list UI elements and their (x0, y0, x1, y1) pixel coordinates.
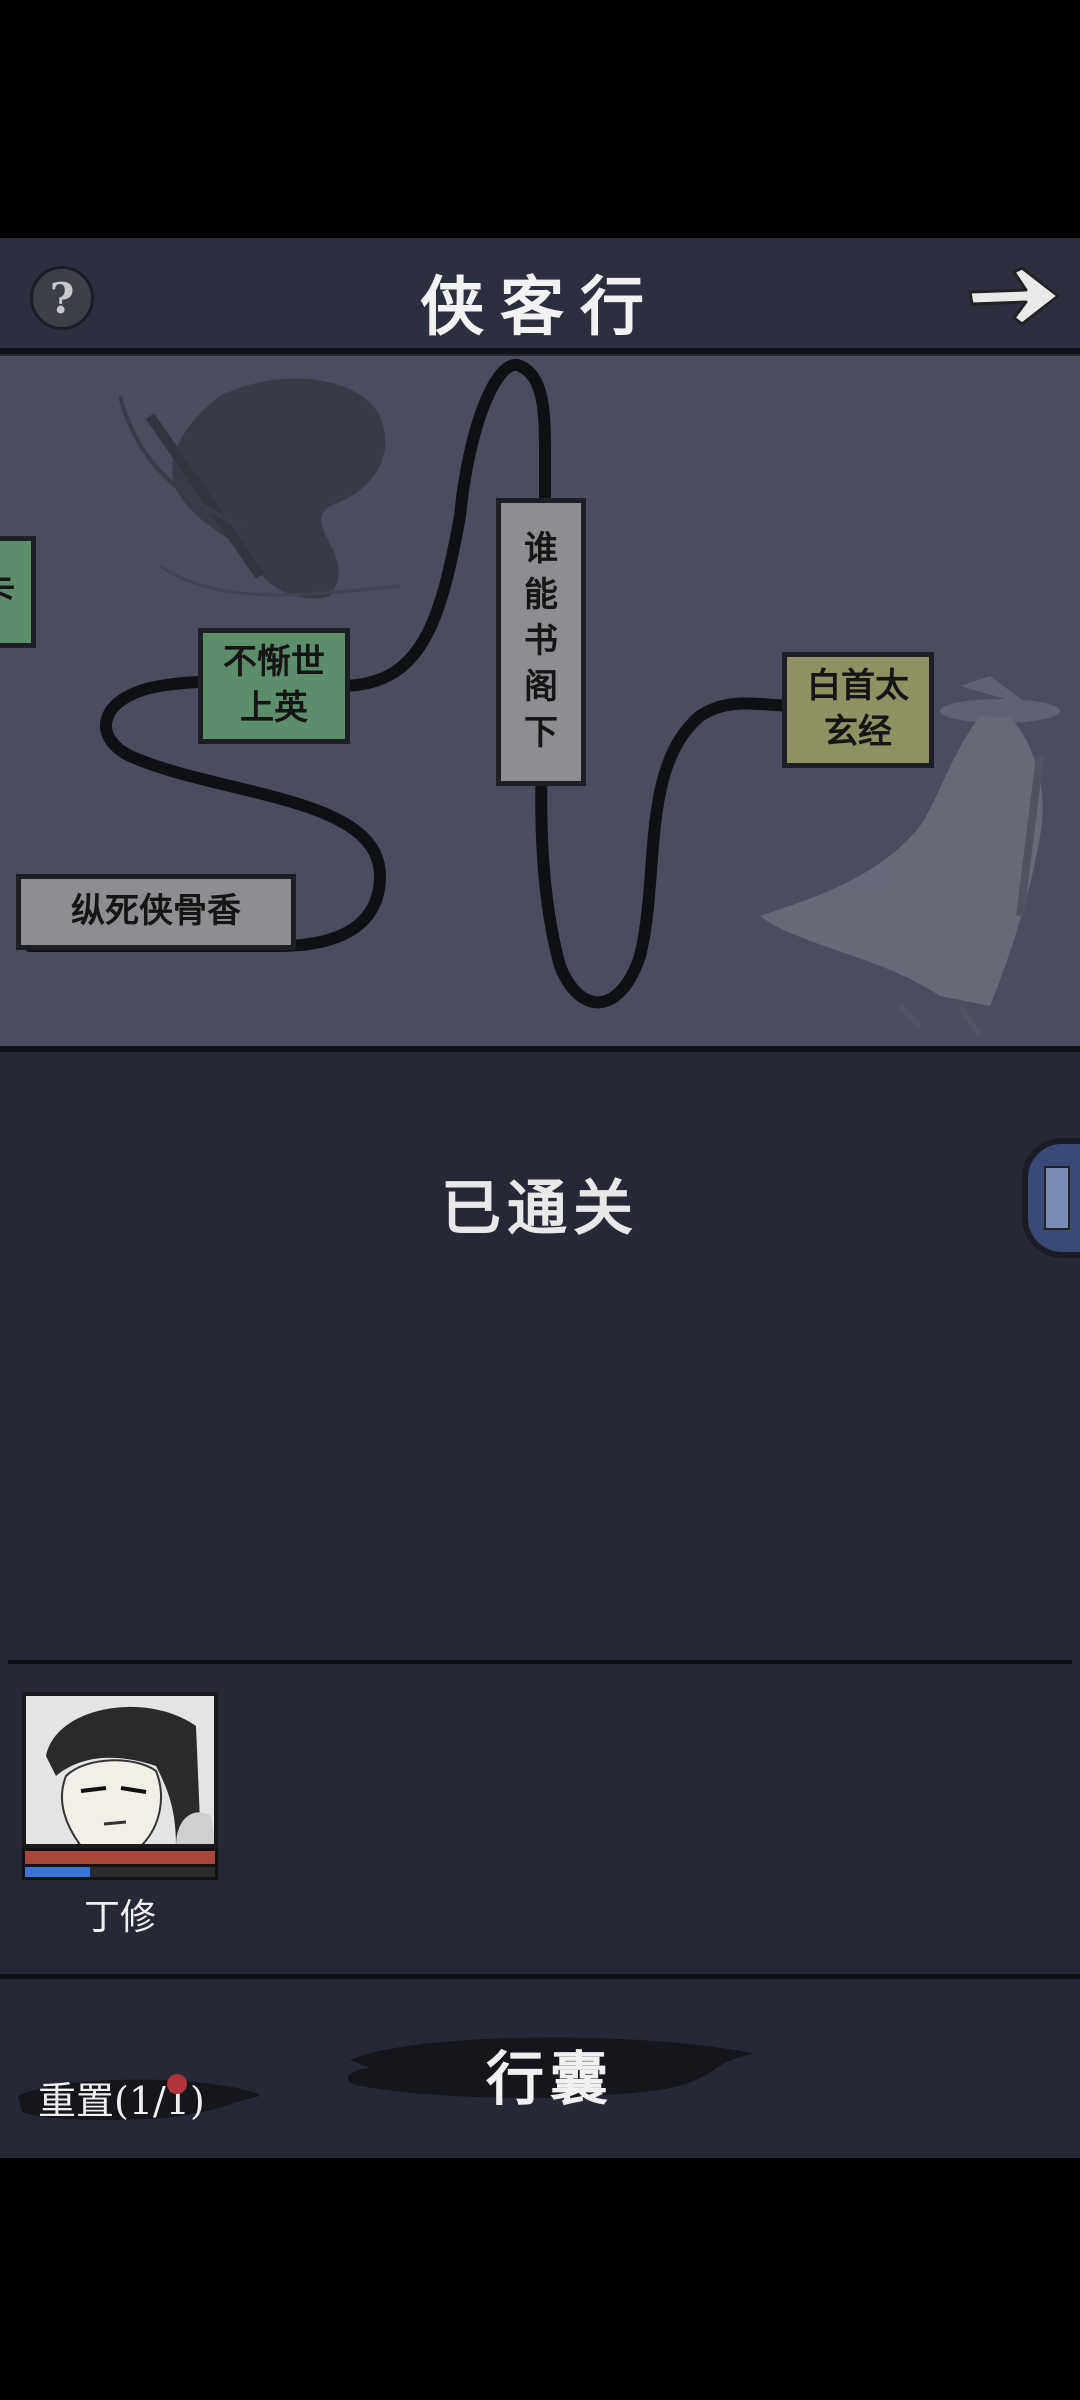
header-bar: ? 侠客行 (0, 238, 1080, 354)
clear-status: 已通关 (441, 1174, 639, 1244)
stage-map: 卡 不惭世 上英 谁 能 书 阁 下 白首太 玄经 纵死侠骨香 (0, 356, 1080, 1046)
stage-node-label: 不惭世 上英 (223, 642, 325, 728)
mp-bar-fill (25, 1867, 90, 1877)
character-name: 丁修 (83, 1897, 156, 1938)
notification-dot (167, 2074, 187, 2094)
next-button[interactable] (964, 262, 1064, 332)
warrior-illustration (118, 378, 401, 599)
side-book-tab[interactable] (1022, 1138, 1080, 1258)
stage-node-shui-neng[interactable]: 谁 能 书 阁 下 (496, 498, 586, 786)
game-screen: ? 侠客行 不惭世 上英 谁 能 书 阁 下 白首太 玄经 纵死侠骨香 已通关 … (0, 238, 1080, 2158)
header-divider (0, 348, 1080, 354)
bag-label: 行囊 (485, 2045, 614, 2113)
stage-node-label: 白首太 玄经 (807, 666, 909, 752)
reset-button[interactable]: 重置(1/1) (12, 2056, 262, 2136)
mp-bar (22, 1864, 218, 1880)
character-card[interactable]: 丁修 (22, 1692, 218, 1940)
stage-node-label: 纵死侠骨香 (71, 891, 241, 932)
character-portrait-icon (26, 1696, 214, 1844)
section-divider (8, 1660, 1072, 1664)
stage-node-label: 谁 能 书 阁 下 (524, 529, 558, 753)
map-divider (0, 1046, 1080, 1052)
hp-bar (22, 1848, 218, 1864)
book-icon (1044, 1166, 1070, 1230)
stage-node-label: 卡 (0, 569, 15, 615)
stage-node-zong-si[interactable]: 纵死侠骨香 (16, 874, 296, 950)
stage-node-partial[interactable]: 卡 (0, 536, 36, 648)
bag-button[interactable]: 行囊 (340, 2020, 760, 2113)
page-title: 侠客行 (420, 270, 660, 345)
bottom-divider (0, 1974, 1080, 1979)
arrow-right-icon (968, 266, 1060, 326)
stage-node-bu-cheng[interactable]: 不惭世 上英 (198, 628, 350, 744)
avatar (22, 1692, 218, 1848)
stage-node-bai-shou[interactable]: 白首太 玄经 (782, 652, 934, 768)
